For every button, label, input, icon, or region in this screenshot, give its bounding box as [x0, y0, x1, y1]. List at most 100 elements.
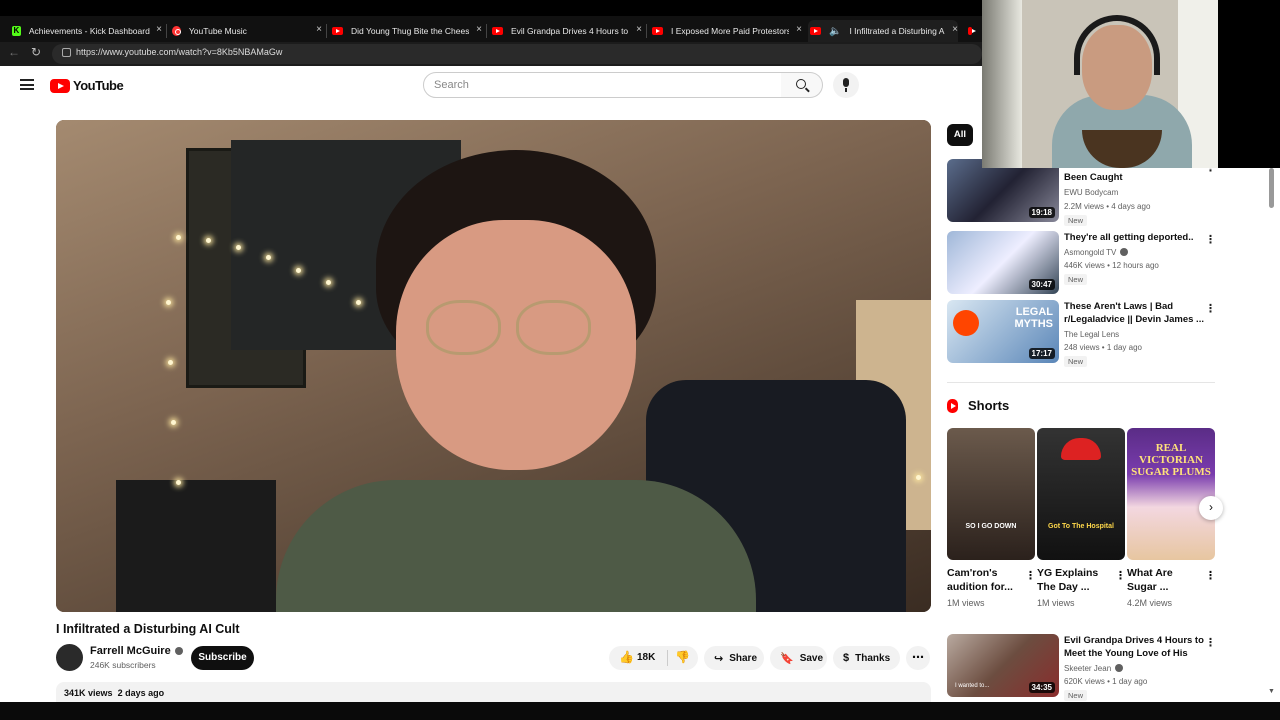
fairy-light [326, 280, 331, 285]
more-options-icon[interactable]: ⋮ [1115, 569, 1126, 582]
tab-young-thug[interactable]: Did Young Thug Bite the Cheese? × [332, 20, 482, 42]
video-duration: 19:18 [1028, 207, 1055, 218]
recommended-channel[interactable]: The Legal Lens [1064, 329, 1119, 340]
channel-name-text[interactable]: Farrell McGuire [90, 645, 171, 657]
close-icon[interactable]: × [156, 24, 162, 35]
reddit-logo-icon [953, 310, 979, 336]
fairy-light [176, 235, 181, 240]
recommended-title[interactable]: They're all getting deported.. [1064, 231, 1204, 244]
close-icon[interactable]: × [636, 24, 642, 35]
upload-date: 2 days ago [117, 688, 165, 698]
more-options-icon[interactable]: ⋮ [1205, 569, 1216, 582]
short-thumbnail[interactable]: SO I GO DOWN [947, 428, 1035, 560]
channel-avatar[interactable] [56, 644, 83, 671]
video-thumbnail[interactable]: 19:18 [947, 159, 1059, 222]
recommended-channel-text[interactable]: Asmongold TV [1064, 248, 1116, 257]
youtube-favicon-icon [492, 27, 503, 35]
thumbs-down-icon[interactable]: 👎 [675, 650, 690, 664]
search-icon-handle [805, 87, 810, 93]
share-button[interactable]: ↪ Share [704, 646, 764, 670]
more-options-icon[interactable]: ⋮ [1205, 636, 1216, 649]
youtube-play-logo-icon [50, 78, 70, 93]
voice-search-button[interactable] [833, 72, 859, 98]
recommended-title[interactable]: Been Caught [1064, 171, 1204, 184]
thumbs-up-icon[interactable]: 👍 [619, 650, 634, 664]
short-title[interactable]: What Are Sugar ... [1127, 566, 1199, 594]
save-button[interactable]: 🔖 Save [770, 646, 827, 670]
more-options-icon[interactable]: ⋮ [1025, 569, 1036, 582]
channel-name[interactable]: Farrell McGuire [90, 645, 183, 657]
close-icon[interactable]: × [316, 24, 322, 35]
video-thumbnail[interactable]: I wanted to... 34:35 [947, 634, 1059, 697]
video-thumbnail[interactable]: 30:47 [947, 231, 1059, 294]
recommended-title[interactable]: These Aren't Laws | Bad r/Legaladvice ||… [1064, 300, 1204, 326]
view-count: 341K views [64, 688, 113, 698]
fairy-light [916, 475, 921, 480]
short-item[interactable]: SO I GO DOWN Cam'ron's audition for... 1… [947, 428, 1036, 608]
scroll-down-arrow-icon[interactable]: ▼ [1268, 688, 1275, 695]
tab-separator [646, 24, 647, 38]
recommended-title[interactable]: Evil Grandpa Drives 4 Hours to Meet the … [1064, 634, 1204, 660]
more-options-icon[interactable]: ⋮ [1205, 233, 1216, 246]
youtube-favicon-icon [810, 27, 821, 35]
webcam-window [982, 0, 1022, 168]
subscribe-button[interactable]: Subscribe [191, 646, 254, 670]
more-options-icon[interactable]: ⋮ [1205, 302, 1216, 315]
tab-ai-cult-active[interactable]: 🔈 I Infiltrated a Disturbing AI C × [808, 20, 958, 42]
short-thumbnail[interactable]: Got To The Hospital [1037, 428, 1125, 560]
thanks-button[interactable]: $ Thanks [833, 646, 900, 670]
tab-paid-protestors[interactable]: I Exposed More Paid Protestors × [652, 20, 802, 42]
bookmark-icon: 🔖 [780, 652, 794, 665]
video-duration: 17:17 [1028, 348, 1055, 359]
search-input[interactable]: Search [423, 72, 782, 98]
reload-icon[interactable]: ↻ [31, 45, 41, 59]
like-count[interactable]: 18K [637, 652, 655, 663]
thumbnail-text: LEGAL MYTHS [1014, 306, 1054, 330]
short-thumbnail[interactable]: REAL VICTORIAN SUGAR PLUMS [1127, 428, 1215, 560]
thumbnail-text: I wanted to... [955, 683, 990, 689]
fairy-light [206, 238, 211, 243]
recommended-video[interactable]: I wanted to... 34:35 Evil Grandpa Drives… [947, 634, 1217, 701]
chip-all[interactable]: All [947, 124, 973, 146]
tab-kick-dashboard[interactable]: K Achievements - Kick Dashboard × [12, 20, 162, 42]
thanks-label: Thanks [855, 652, 891, 664]
chevron-right-icon[interactable]: › [1199, 496, 1223, 520]
back-arrow-icon[interactable]: ← [8, 45, 20, 59]
fairy-light [166, 300, 171, 305]
youtube-logo[interactable]: YouTube [50, 78, 124, 93]
tab-overflow[interactable] [968, 20, 980, 42]
page-scrollbar[interactable]: ▲ ▼ [1268, 160, 1276, 702]
recommended-channel[interactable]: Skeeter Jean [1064, 663, 1124, 674]
recommended-channel-text[interactable]: Skeeter Jean [1064, 664, 1111, 673]
close-icon[interactable]: × [476, 24, 482, 35]
close-icon[interactable]: × [796, 24, 802, 35]
short-title[interactable]: YG Explains The Day ... [1037, 566, 1109, 594]
recommended-channel[interactable]: Asmongold TV [1064, 247, 1129, 258]
recommended-video[interactable]: LEGAL MYTHS 17:17 These Aren't Laws | Ba… [947, 300, 1217, 367]
recommended-video[interactable]: 19:18 Been Caught EWU Bodycam 2.2M views… [947, 159, 1217, 226]
tab-youtube-music[interactable]: YouTube Music × [172, 20, 322, 42]
like-divider [667, 650, 668, 666]
tab-separator [486, 24, 487, 38]
shorts-heading-text: Shorts [968, 398, 1010, 413]
tab-evil-grandpa[interactable]: Evil Grandpa Drives 4 Hours to M × [492, 20, 642, 42]
more-actions-button[interactable]: ⋯ [906, 646, 930, 670]
menu-icon[interactable] [20, 79, 34, 90]
site-info-icon[interactable] [62, 48, 71, 57]
shorts-heading: Shorts [947, 398, 1009, 413]
search-button[interactable] [781, 72, 823, 98]
speaker-icon[interactable]: 🔈 [829, 26, 841, 37]
recommended-channel[interactable]: EWU Bodycam [1064, 187, 1118, 198]
scrollbar-thumb[interactable] [1269, 168, 1274, 208]
short-item[interactable]: Got To The Hospital YG Explains The Day … [1037, 428, 1126, 608]
verified-badge-icon [1115, 664, 1124, 672]
close-icon[interactable]: × [952, 24, 958, 35]
fairy-light [176, 480, 181, 485]
recommended-video[interactable]: 30:47 They're all getting deported.. Asm… [947, 231, 1217, 297]
description-box[interactable]: 341K views 2 days ago [56, 682, 931, 702]
url-text[interactable]: https://www.youtube.com/watch?v=8Kb5NBAM… [76, 47, 282, 57]
video-player[interactable] [56, 120, 931, 612]
short-title[interactable]: Cam'ron's audition for... [947, 566, 1019, 594]
video-thumbnail[interactable]: LEGAL MYTHS 17:17 [947, 300, 1059, 363]
short-item[interactable]: REAL VICTORIAN SUGAR PLUMS What Are Suga… [1127, 428, 1216, 608]
